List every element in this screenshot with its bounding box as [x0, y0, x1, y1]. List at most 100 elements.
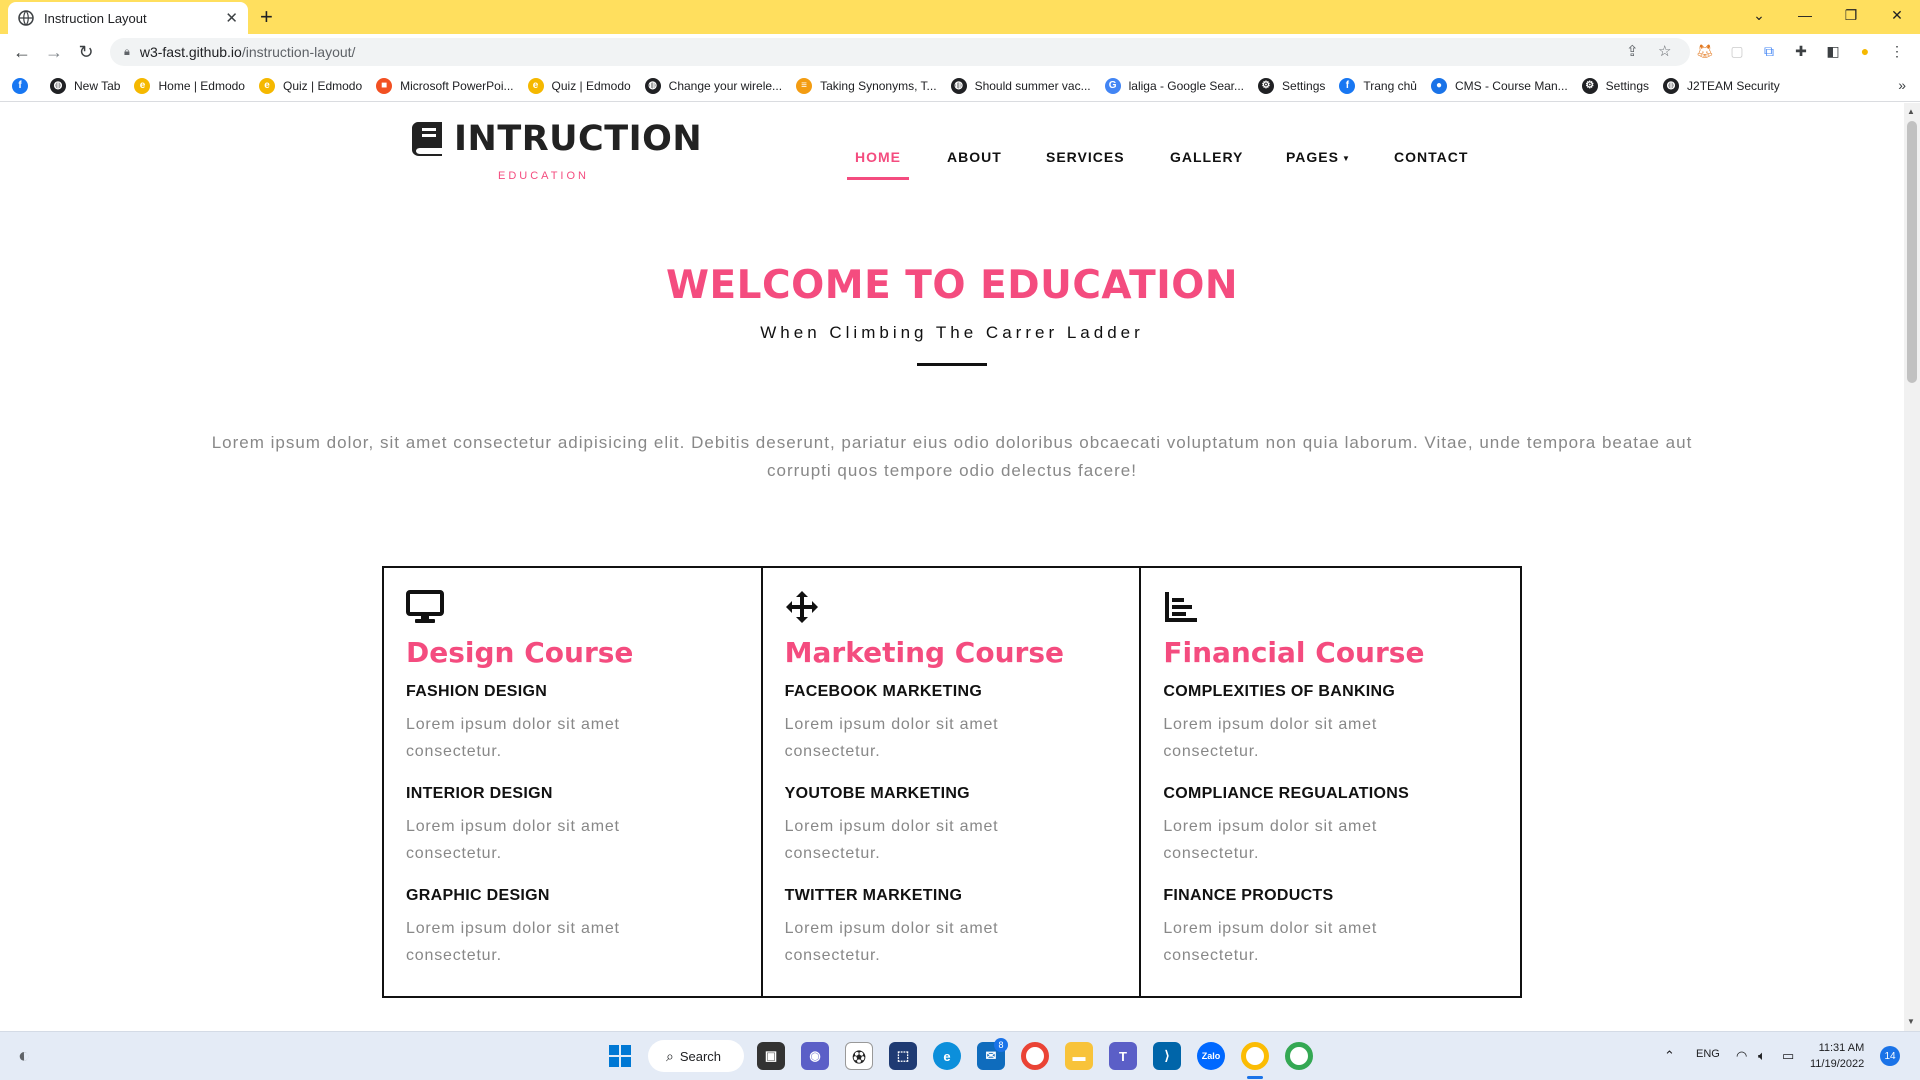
hero-divider	[917, 363, 987, 366]
page-scrollbar[interactable]: ▲ ▼	[1904, 103, 1920, 1031]
dev-tool-icon[interactable]: ⬚	[889, 1042, 917, 1070]
translate-icon[interactable]: ⧉	[1760, 42, 1778, 60]
edmodo-icon: e	[527, 77, 544, 94]
course-item-heading: FINANCE PRODUCTS	[1163, 887, 1334, 904]
nav-pages[interactable]: PAGES ▼	[1286, 149, 1351, 165]
bookmark-item[interactable]: f Trang chủ	[1339, 77, 1417, 94]
nav-about[interactable]: ABOUT	[947, 149, 1002, 165]
bookmark-label: laliga - Google Sear...	[1128, 78, 1245, 93]
menu-kebab-icon[interactable]: ⋮	[1888, 42, 1906, 60]
language-indicator[interactable]: ENG	[1696, 1048, 1720, 1060]
bookmark-label: Taking Synonyms, T...	[820, 78, 937, 93]
bookmark-item[interactable]: ◍ Should summer vac...	[950, 77, 1091, 94]
course-item-heading: COMPLIANCE REGUALATIONS	[1163, 785, 1410, 802]
facebook-icon: f	[12, 77, 28, 94]
tray-overflow-icon[interactable]: ⌃	[1664, 1048, 1675, 1064]
browser-tab-bar: Instruction Layout ✕ + ⌄ — ❐ ✕	[0, 0, 1920, 34]
scroll-up-icon[interactable]: ▲	[1907, 107, 1915, 116]
battery-icon[interactable]: ▭	[1782, 1048, 1794, 1064]
bookmark-item[interactable]: e Quiz | Edmodo	[258, 77, 362, 94]
chrome-profile-icon[interactable]	[1241, 1042, 1269, 1070]
bookmark-item[interactable]: ⚙ Settings	[1581, 77, 1650, 94]
nav-label: HOME	[855, 149, 901, 165]
nav-gallery[interactable]: GALLERY	[1170, 149, 1243, 165]
widgets-icon[interactable]: ◐	[10, 1042, 38, 1070]
bookmark-label: Settings	[1605, 78, 1650, 93]
forward-button[interactable]: →	[42, 40, 66, 64]
bookmark-item[interactable]: ≡ Taking Synonyms, T...	[796, 77, 937, 94]
wifi-icon[interactable]: ◠	[1736, 1048, 1747, 1064]
bookmark-item[interactable]: Glaliga - Google Sear...	[1104, 77, 1245, 94]
bookmark-star-icon[interactable]: ☆	[1658, 42, 1671, 60]
share-icon[interactable]: ⇪	[1626, 42, 1639, 60]
nav-active-underline	[847, 177, 909, 180]
tab-title: Instruction Layout	[44, 10, 147, 26]
course-card: Financial Course COMPLEXITIES OF BANKING L…	[1141, 568, 1520, 996]
microsoft-icon: ■	[376, 77, 393, 94]
profile-avatar-icon[interactable]: ●	[1856, 42, 1874, 60]
notification-badge[interactable]: 14	[1880, 1046, 1900, 1066]
bookmark-item[interactable]: ◍ New Tab	[50, 77, 121, 94]
globe-icon: ◍	[50, 77, 66, 94]
bar-chart-icon	[1163, 590, 1201, 624]
bookmark-item[interactable]: e Home | Edmodo	[134, 77, 245, 94]
puzzle-extensions-icon[interactable]: ✚	[1792, 42, 1810, 60]
browser-tab[interactable]: Instruction Layout ✕	[8, 2, 248, 34]
site-logo[interactable]: INTRUCTION	[410, 119, 702, 159]
thesaurus-icon: ≡	[796, 77, 813, 94]
metamask-icon[interactable]: 🦊︎	[1696, 42, 1714, 60]
google-icon: G	[1104, 77, 1121, 94]
teams-chat-icon[interactable]: ◉	[801, 1042, 829, 1070]
lock-icon[interactable]: 🔒︎	[124, 46, 130, 59]
side-panel-icon[interactable]: ◧	[1824, 42, 1842, 60]
nav-services[interactable]: SERVICES	[1046, 149, 1125, 165]
chrome-icon[interactable]	[1021, 1042, 1049, 1070]
new-tab-button[interactable]: +	[260, 4, 273, 30]
minimize-button[interactable]: —	[1782, 0, 1828, 30]
bookmark-item[interactable]: ◍ Change your wirele...	[644, 77, 782, 94]
bookmark-label: Microsoft PowerPoi...	[400, 78, 514, 93]
close-tab-icon[interactable]: ✕	[225, 9, 238, 27]
close-window-button[interactable]: ✕	[1874, 0, 1920, 30]
address-bar[interactable]: 🔒︎ w3-fast.github.io/instruction-layout/	[110, 38, 1690, 66]
bookmark-item[interactable]: ◍ J2TEAM Security	[1663, 77, 1780, 94]
zalo-icon[interactable]: Zalo	[1197, 1042, 1225, 1070]
caret-down-icon: ▼	[1341, 153, 1351, 163]
extension-blank-icon[interactable]: ▢	[1728, 42, 1746, 60]
bookmark-label: CMS - Course Man...	[1454, 78, 1568, 93]
url-path: /instruction-layout/	[241, 44, 356, 60]
nav-home[interactable]: HOME	[855, 149, 901, 165]
bookmark-item[interactable]: e Quiz | Edmodo	[527, 77, 631, 94]
tab-search-icon[interactable]: ⌄	[1736, 0, 1782, 30]
bookmark-label: Should summer vac...	[974, 78, 1091, 93]
bookmark-item[interactable]: ■ Microsoft PowerPoi...	[376, 77, 514, 94]
edge-icon[interactable]: e	[933, 1042, 961, 1070]
move-arrows-icon	[785, 590, 823, 624]
chrome-profile-2-icon[interactable]	[1285, 1042, 1313, 1070]
bookmark-item[interactable]: ● CMS - Course Man...	[1430, 77, 1568, 94]
soccer-app-icon[interactable]: ⚽︎	[845, 1042, 873, 1070]
nav-contact[interactable]: CONTACT	[1394, 149, 1468, 165]
scroll-down-icon[interactable]: ▼	[1907, 1017, 1915, 1026]
restore-button[interactable]: ❐	[1828, 0, 1874, 30]
task-view-icon[interactable]: ▣	[757, 1042, 785, 1070]
vscode-icon[interactable]: ⟩	[1153, 1042, 1181, 1070]
volume-icon[interactable]: 🔈︎	[1758, 1048, 1766, 1064]
bookmark-label: New Tab	[74, 78, 121, 93]
taskbar-search[interactable]: ⌕ Search	[648, 1040, 744, 1072]
start-icon[interactable]	[606, 1042, 634, 1070]
course-item-text: Lorem ipsum dolor sit amet consectetur.	[406, 818, 620, 862]
bookmark-item[interactable]: f	[12, 77, 36, 94]
active-app-indicator	[1247, 1076, 1263, 1079]
bookmark-label: J2TEAM Security	[1687, 78, 1780, 93]
bookmarks-overflow-icon[interactable]: »	[1898, 77, 1906, 93]
reload-button[interactable]: ↻	[74, 40, 98, 64]
bookmark-item[interactable]: ⚙ Settings	[1258, 77, 1325, 94]
system-clock[interactable]: 11:31 AM 11/19/2022	[1810, 1040, 1864, 1072]
scrollbar-thumb[interactable]	[1907, 121, 1917, 383]
back-button[interactable]: ←	[10, 40, 34, 64]
course-card: Marketing Course FACEBOOK MARKETING Lorem …	[763, 568, 1142, 996]
taskbar-search-label: Search	[679, 1048, 722, 1064]
teams-icon[interactable]: T	[1109, 1042, 1137, 1070]
file-explorer-icon[interactable]: ▬	[1065, 1042, 1093, 1070]
